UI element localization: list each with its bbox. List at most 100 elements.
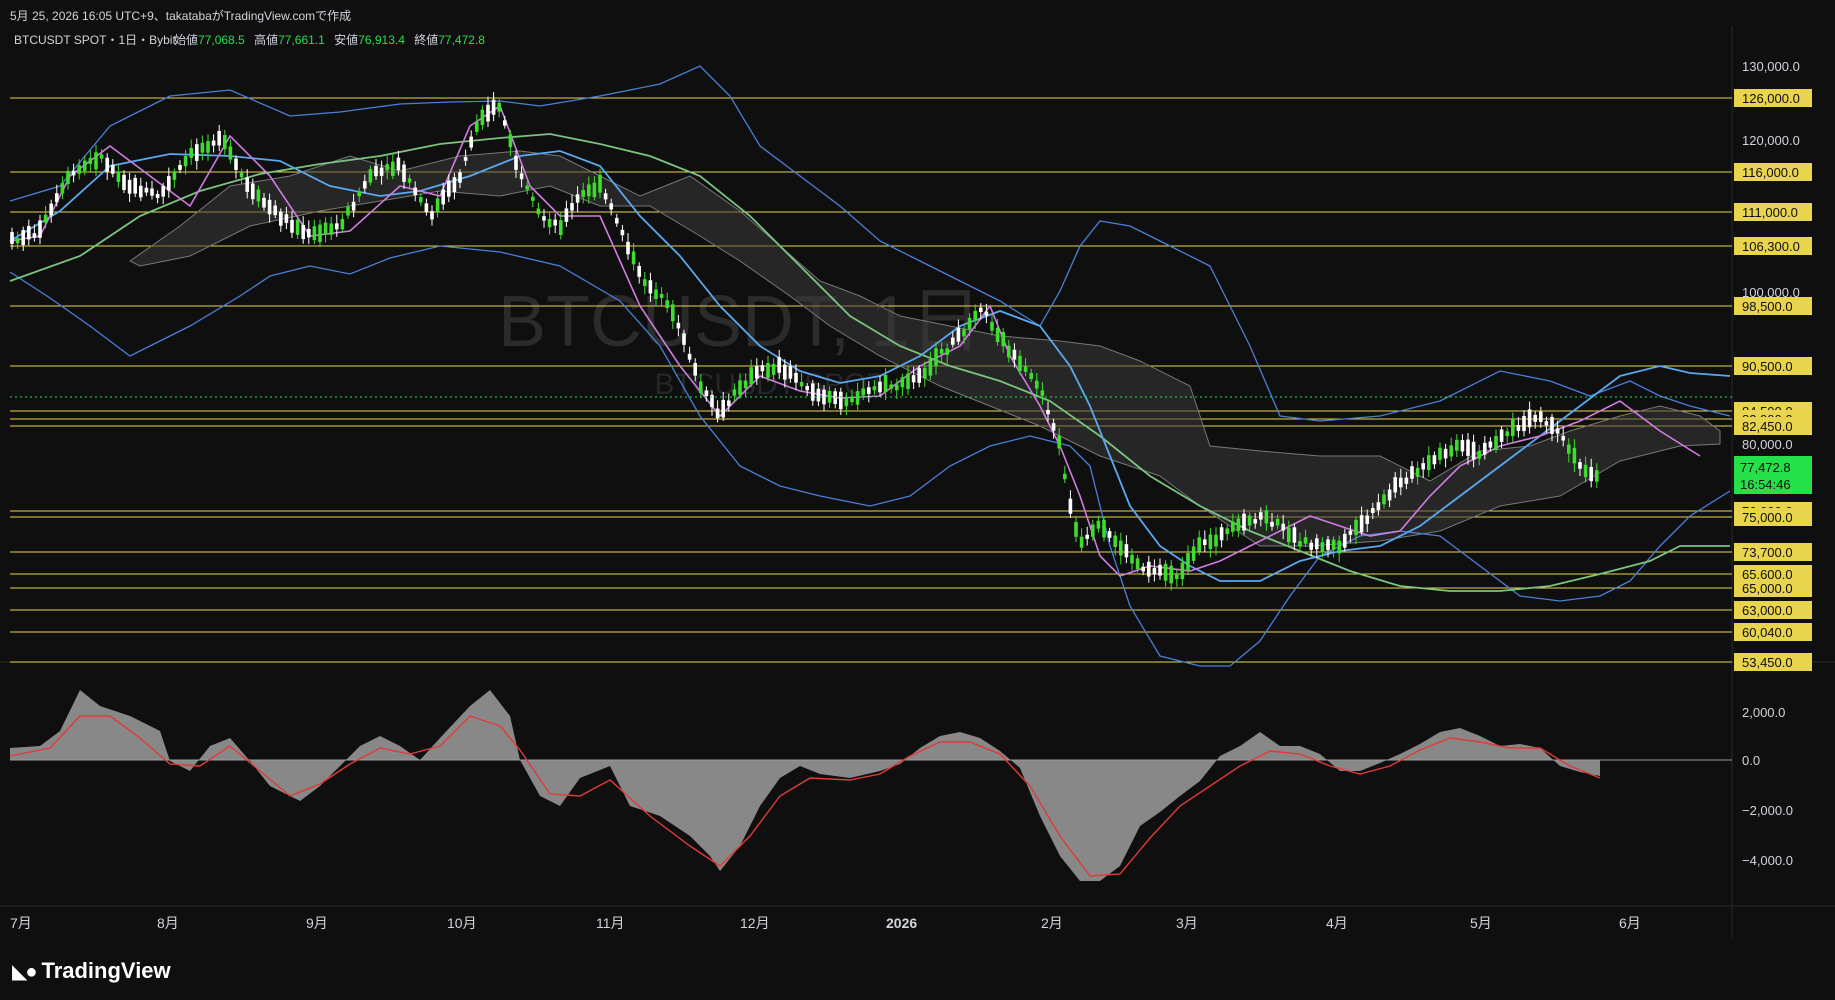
candle-body [262, 197, 266, 208]
macd-tick: −4,000.0 [1742, 853, 1793, 868]
chart-canvas[interactable]: BTCUSDT, 1日 BTCUSDT SPOT BTCUSDT SPOT・1日… [0, 26, 1835, 946]
candle-body [1320, 542, 1325, 553]
candle-body [659, 293, 664, 299]
candle-body [687, 353, 692, 360]
candle-body [1578, 462, 1582, 469]
ichimoku-cloud [129, 150, 1721, 547]
candle-body [55, 193, 59, 203]
level-label: 111,000.0 [1742, 205, 1798, 220]
candle-body [721, 399, 725, 418]
candle-body [256, 189, 261, 202]
close-label: 終値 [414, 32, 438, 47]
candle-body [1231, 521, 1235, 532]
candle-body [43, 214, 48, 223]
level-label: 63,000.0 [1742, 603, 1793, 618]
time-label: 12月 [740, 915, 770, 931]
candle-body [1225, 528, 1229, 534]
candle-body [66, 170, 70, 185]
candle-body [1180, 562, 1185, 580]
candle-body [536, 208, 541, 215]
candle-body [1303, 537, 1308, 544]
candle-body [1443, 448, 1448, 459]
candle-body [1460, 440, 1465, 452]
macd-tick: 2,000.0 [1742, 705, 1785, 720]
candle-body [676, 322, 681, 329]
candle-body [1107, 531, 1112, 538]
candle-body [609, 203, 613, 210]
candle-body [1119, 540, 1123, 556]
bar-countdown: 16:54:46 [1740, 477, 1791, 492]
candle-body [906, 373, 910, 390]
candle-body [139, 185, 143, 198]
candle-body [273, 205, 277, 216]
candle-body [1001, 331, 1005, 347]
candle-body [794, 372, 798, 383]
candle-body [844, 398, 849, 407]
candle-body [995, 327, 1000, 343]
candle-body [1567, 444, 1571, 454]
chart-caption: 5月 25, 2026 16:05 UTC+9、takatabaがTrading… [10, 9, 352, 23]
chart-caption-bar: 5月 25, 2026 16:05 UTC+9、takatabaがTrading… [0, 0, 1835, 26]
candle-body [570, 203, 574, 211]
candle-body [491, 99, 496, 115]
candle-body [1147, 561, 1151, 577]
candle-body [1287, 527, 1291, 543]
candle-body [581, 190, 585, 197]
candle-body [385, 164, 389, 171]
level-label: 126,000.0 [1742, 91, 1800, 106]
candle-body [967, 317, 972, 330]
time-axis[interactable]: 7月 8月 9月 10月 11月 12月 2026 2月 3月 4月 5月 6月 [10, 915, 1641, 931]
tradingview-logo[interactable]: ◣● TradingView [12, 958, 171, 984]
candle-body [1499, 429, 1504, 442]
ohlc-legend: BTCUSDT SPOT・1日・Bybit 始値77,068.5 高値77,66… [14, 32, 485, 47]
candle-body [788, 365, 793, 379]
candle-body [1365, 515, 1369, 524]
candle-body [183, 156, 188, 167]
last-price-badge: 77,472.8 16:54:46 [1734, 456, 1812, 494]
low-value: 76,913.4 [358, 33, 405, 47]
candle-body [1326, 539, 1330, 551]
candle-body [116, 171, 121, 182]
tradingview-logo-icon: ◣● [12, 960, 38, 983]
candle-body [1421, 463, 1425, 470]
candle-body [413, 187, 417, 196]
candle-body [480, 109, 485, 125]
candle-body [1533, 414, 1537, 422]
candle-body [279, 211, 283, 226]
candle-body [559, 220, 563, 236]
candle-body [475, 121, 479, 132]
candle-body [1051, 423, 1056, 431]
candle-body [1382, 494, 1386, 505]
candle-body [743, 380, 748, 389]
candle-body [816, 388, 821, 402]
candle-body [1572, 447, 1577, 464]
candle-body [855, 391, 860, 405]
candle-body [839, 391, 843, 410]
time-label: 3月 [1176, 915, 1198, 931]
candle-body [458, 172, 462, 183]
candle-body [1387, 489, 1392, 501]
macd-pane[interactable]: 2,000.0 0.0 −2,000.0 −4,000.0 [9, 690, 1793, 881]
candle-body [1505, 431, 1509, 437]
candle-body [1415, 467, 1420, 477]
candle-body [1029, 372, 1033, 380]
candle-body [503, 120, 507, 126]
candle-body [928, 359, 933, 376]
candle-body [934, 348, 938, 367]
candle-body [783, 364, 787, 380]
candle-body [1102, 519, 1106, 538]
candle-body [1141, 566, 1145, 572]
candle-body [363, 181, 367, 189]
price-axis[interactable]: 130,000.0 120,000.0 100,000.0 80,000.0 [1742, 59, 1800, 452]
candle-body [228, 146, 233, 160]
candle-body [872, 386, 877, 391]
candle-body [239, 172, 244, 178]
candle-body [1186, 553, 1190, 570]
candle-body [592, 182, 597, 198]
candle-body [508, 134, 513, 148]
candle-body [189, 147, 193, 158]
candle-body [1270, 521, 1274, 527]
candle-body [962, 329, 966, 337]
macd-tick: −2,000.0 [1742, 803, 1793, 818]
candle-body [245, 177, 249, 192]
